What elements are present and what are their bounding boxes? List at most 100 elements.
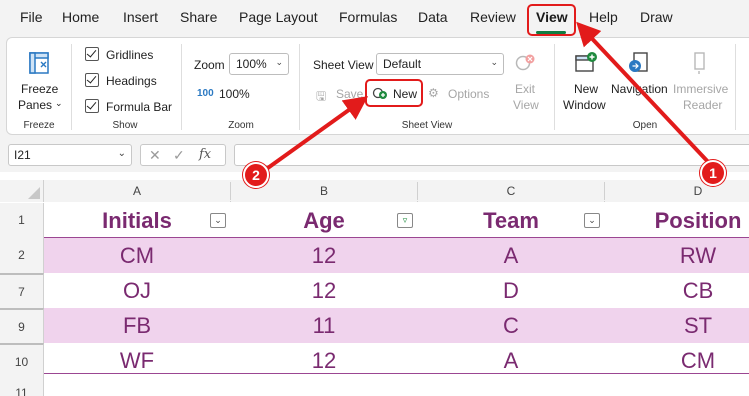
step-badge-2: 2 [243, 162, 269, 188]
column-divider [604, 182, 605, 200]
table-header-row: Initials Age Team Position ⌄ ▿ ⌄ [44, 203, 749, 238]
column-header-d[interactable]: D [605, 180, 749, 202]
table-header-cell[interactable]: Position [605, 203, 749, 238]
menu-data[interactable]: Data [418, 9, 448, 25]
select-all-corner[interactable] [0, 180, 44, 202]
immersive-label-2: Reader [683, 98, 723, 112]
table-cell[interactable]: FB [44, 308, 230, 343]
table-header-cell[interactable]: Age [231, 203, 417, 238]
menu-insert[interactable]: Insert [123, 9, 158, 25]
chevron-down-icon: ⌄ [55, 98, 63, 108]
column-divider [417, 182, 418, 200]
row-header[interactable]: 10 [0, 343, 44, 378]
name-box[interactable]: I21 ⌄ [8, 144, 132, 166]
filter-active-icon[interactable]: ▿ [397, 213, 413, 228]
filter-dropdown-icon[interactable]: ⌄ [210, 213, 226, 228]
table-cell[interactable]: 12 [231, 273, 417, 308]
freeze-label-1: Freeze [21, 82, 59, 96]
freeze-label-2: Panes [18, 98, 53, 112]
zoom-100-label: 100% [219, 87, 250, 101]
table-cell[interactable]: RW [605, 238, 749, 273]
table-cell[interactable]: 11 [231, 308, 417, 343]
formula-buttons: ✕ ✓ fx [140, 144, 226, 166]
gear-icon: ⚙ [428, 86, 439, 100]
immersive-label-1: Immersive [673, 82, 729, 96]
table-cell[interactable]: CM [44, 238, 230, 273]
table-cell[interactable]: ST [605, 308, 749, 343]
group-label-open: Open [632, 120, 658, 131]
formula-bar-label: Formula Bar [106, 100, 173, 114]
menu-home[interactable]: Home [62, 9, 99, 25]
row-header[interactable]: 7 [0, 273, 44, 308]
group-label-sheet-view: Sheet View [401, 120, 453, 131]
gridlines-checkbox[interactable] [85, 47, 99, 61]
new-window-icon [575, 52, 597, 72]
table-header-cell[interactable]: Initials [44, 203, 230, 238]
menu-draw[interactable]: Draw [640, 9, 673, 25]
zoom-100-icon: 100 [197, 88, 214, 99]
row-header[interactable]: 2 [0, 238, 44, 273]
insert-function-icon[interactable]: fx [199, 147, 211, 162]
group-divider [299, 44, 300, 130]
zoom-value: 100% [236, 57, 267, 71]
chevron-down-icon: ⌄ [275, 57, 283, 67]
options-label: Options [448, 87, 490, 101]
row-header[interactable]: 1 [0, 203, 44, 238]
sheet-view-dropdown[interactable]: Default ⌄ [376, 53, 504, 75]
menu-file[interactable]: File [20, 9, 43, 25]
exit-label-1: Exit [515, 82, 536, 96]
table-cell[interactable]: C [418, 308, 604, 343]
headings-checkbox[interactable] [85, 73, 99, 87]
formula-input[interactable] [234, 144, 749, 166]
row-header[interactable]: 9 [0, 308, 44, 343]
zoom-label: Zoom [194, 58, 225, 72]
formula-bar: I21 ⌄ ✕ ✓ fx [0, 136, 749, 172]
group-label-show: Show [112, 120, 138, 131]
excel-window: File Home Insert Share Page Layout Formu… [0, 0, 749, 396]
group-label-freeze: Freeze [23, 120, 55, 131]
enter-icon[interactable]: ✓ [173, 147, 185, 164]
exit-view-icon [515, 54, 535, 71]
new-window-label-1: New [574, 82, 599, 96]
column-divider [230, 182, 231, 200]
table-row: FB 11 C ST [44, 308, 749, 343]
sheet-view-label: Sheet View [313, 58, 374, 72]
navigation-label: Navigation [611, 82, 668, 96]
sheet-view-value: Default [383, 57, 422, 71]
column-header-a[interactable]: A [44, 180, 230, 202]
menu-page-layout[interactable]: Page Layout [239, 9, 318, 25]
table-cell[interactable]: 12 [231, 238, 417, 273]
zoom-dropdown[interactable]: 100% ⌄ [229, 53, 289, 75]
table-border [44, 373, 749, 374]
save-label: Save [336, 87, 364, 101]
row-header[interactable]: 11 [0, 378, 44, 396]
exit-label-2: View [513, 98, 539, 112]
table-cell[interactable]: D [418, 273, 604, 308]
chevron-down-icon: ⌄ [490, 57, 498, 67]
table-cell[interactable]: A [418, 238, 604, 273]
immersive-reader-icon [694, 52, 705, 74]
formula-bar-checkbox[interactable] [85, 99, 99, 113]
column-header-c[interactable]: C [418, 180, 604, 202]
step-badge-1: 1 [700, 160, 726, 186]
table-cell[interactable]: OJ [44, 273, 230, 308]
table-header-cell[interactable]: Team [418, 203, 604, 238]
menu-share[interactable]: Share [180, 9, 217, 25]
highlight-new-button [365, 79, 423, 107]
cancel-icon[interactable]: ✕ [149, 147, 161, 164]
gridlines-label: Gridlines [106, 48, 154, 62]
group-divider [735, 44, 736, 130]
menu-help[interactable]: Help [589, 9, 618, 25]
table-cell[interactable]: CB [605, 273, 749, 308]
headings-label: Headings [106, 74, 157, 88]
menu-review[interactable]: Review [470, 9, 516, 25]
menu-bar: File Home Insert Share Page Layout Formu… [0, 0, 749, 36]
new-window-label-2: Window [563, 98, 606, 112]
group-label-zoom: Zoom [228, 120, 254, 131]
table-row: OJ 12 D CB [44, 273, 749, 308]
group-divider [554, 44, 555, 130]
filter-dropdown-icon[interactable]: ⌄ [584, 213, 600, 228]
menu-formulas[interactable]: Formulas [339, 9, 397, 25]
table-row: CM 12 A RW [44, 238, 749, 273]
group-divider [71, 44, 72, 130]
